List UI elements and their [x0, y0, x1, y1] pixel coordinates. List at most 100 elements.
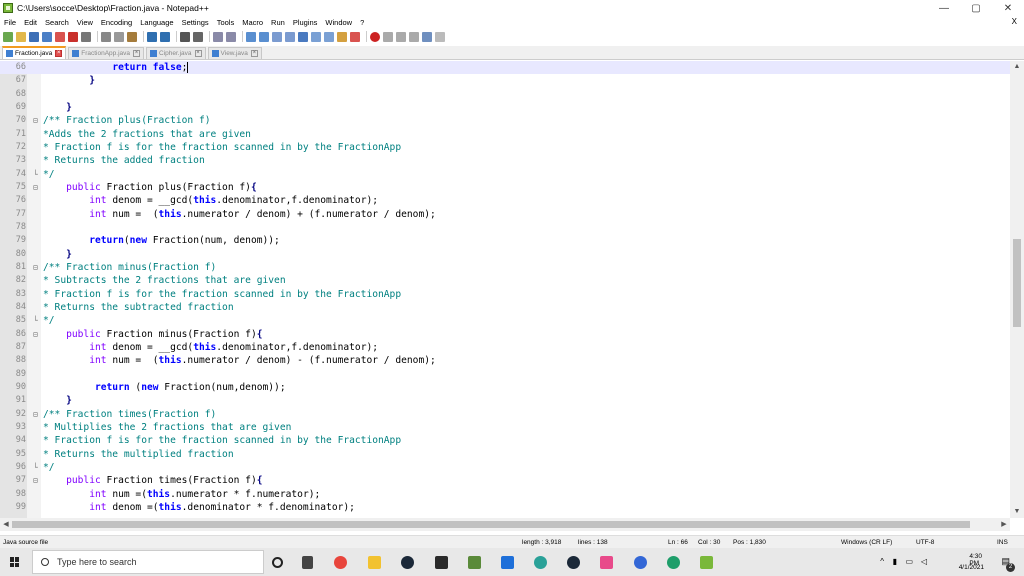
- code-line[interactable]: 67 }: [0, 74, 1010, 87]
- fold-marker[interactable]: ⊟: [33, 408, 41, 421]
- code-line[interactable]: 99 int denom =(this.denominator * f.deno…: [0, 501, 1010, 514]
- app-icon[interactable]: [534, 556, 547, 569]
- minimize-button[interactable]: —: [928, 0, 960, 16]
- tab-view-java[interactable]: View.java ×: [207, 47, 262, 59]
- cut-icon[interactable]: [101, 31, 111, 42]
- close-file-icon[interactable]: [55, 31, 65, 42]
- code-line[interactable]: 66 return false;: [0, 61, 1010, 75]
- network-icon[interactable]: ▭: [905, 557, 913, 566]
- save-icon[interactable]: [29, 31, 39, 42]
- code-line[interactable]: 83 * Fraction f is for the fraction scann…: [0, 288, 1010, 301]
- steam-icon[interactable]: [401, 556, 414, 569]
- code-line[interactable]: 98 int num =(this.numerator * f.numerato…: [0, 488, 1010, 501]
- code-editor[interactable]: 66 return false; 67 } 68 69 } 70 ⊟/** Fractio…: [0, 61, 1010, 518]
- sync-vertical-icon[interactable]: [246, 31, 256, 42]
- code-line[interactable]: 85 └ */: [0, 314, 1010, 327]
- code-line[interactable]: 75 ⊟ public Fraction plus(Fraction f){: [0, 181, 1010, 194]
- zoom-out-icon[interactable]: [226, 31, 236, 42]
- doc-map-icon[interactable]: [311, 31, 321, 42]
- word-wrap-icon[interactable]: [272, 31, 282, 42]
- menu-edit[interactable]: Edit: [24, 18, 37, 27]
- replace-icon[interactable]: [193, 31, 203, 42]
- code-line[interactable]: 95 * Returns the multiplied fraction: [0, 448, 1010, 461]
- tray-chevron-icon[interactable]: ^: [880, 557, 884, 566]
- fold-marker[interactable]: ⊟: [33, 474, 41, 487]
- code-line[interactable]: 82 * Subtracts the 2 fractions that are g…: [0, 274, 1010, 287]
- bluestacks-icon[interactable]: [634, 556, 647, 569]
- tab-close-icon[interactable]: ×: [133, 50, 140, 57]
- tab-close-icon[interactable]: ×: [250, 50, 258, 57]
- code-line[interactable]: 77 int num = (this.numerator / denom) + …: [0, 208, 1010, 221]
- code-line[interactable]: 71 *Adds the 2 fractions that are given: [0, 128, 1010, 141]
- tab-close-icon[interactable]: ×: [55, 50, 63, 57]
- code-line[interactable]: 74 └ */: [0, 168, 1010, 181]
- code-line[interactable]: 70 ⊟/** Fraction plus(Fraction f): [0, 114, 1010, 127]
- menu-settings[interactable]: Settings: [182, 18, 209, 27]
- menu-help[interactable]: ?: [360, 18, 364, 27]
- tab-cipher-java[interactable]: Cipher.java ×: [146, 47, 206, 59]
- paste-icon[interactable]: [127, 31, 137, 42]
- scroll-right-icon[interactable]: ▶: [998, 518, 1010, 531]
- code-line[interactable]: 94 * Fraction f is for the fraction scann…: [0, 434, 1010, 447]
- function-list-icon[interactable]: [324, 31, 334, 42]
- redo-icon[interactable]: [160, 31, 170, 42]
- clock-date[interactable]: 4/1/2021: [959, 564, 984, 571]
- file-explorer-icon[interactable]: [368, 556, 381, 569]
- menu-window[interactable]: Window: [325, 18, 352, 27]
- code-line[interactable]: 80 }: [0, 248, 1010, 261]
- menu-view[interactable]: View: [77, 18, 93, 27]
- steam-icon-2[interactable]: [567, 556, 580, 569]
- code-line[interactable]: 91 }: [0, 394, 1010, 407]
- play-macro-icon[interactable]: [396, 31, 406, 42]
- zoom-in-icon[interactable]: [213, 31, 223, 42]
- windows-start-icon[interactable]: [10, 557, 20, 567]
- sync-horizontal-icon[interactable]: [259, 31, 269, 42]
- close-button[interactable]: ✕: [992, 0, 1024, 16]
- code-line[interactable]: 72 * Fraction f is for the fraction scann…: [0, 141, 1010, 154]
- menu-plugins[interactable]: Plugins: [293, 18, 318, 27]
- code-line[interactable]: 86 ⊟ public Fraction minus(Fraction f){: [0, 328, 1010, 341]
- code-line[interactable]: 68: [0, 88, 1010, 101]
- edge-icon[interactable]: [667, 556, 680, 569]
- fold-marker[interactable]: ⊟: [33, 114, 41, 127]
- menu-run[interactable]: Run: [271, 18, 285, 27]
- code-line[interactable]: 73 * Returns the added fraction: [0, 154, 1010, 167]
- mail-icon[interactable]: [501, 556, 514, 569]
- save-all-icon[interactable]: [42, 31, 52, 42]
- find-icon[interactable]: [180, 31, 190, 42]
- code-line[interactable]: 69 }: [0, 101, 1010, 114]
- vertical-scroll-thumb[interactable]: [1013, 239, 1021, 327]
- close-document-button[interactable]: X: [1012, 17, 1017, 26]
- new-file-icon[interactable]: [3, 31, 13, 42]
- horizontal-scroll-thumb[interactable]: [12, 521, 970, 528]
- code-line[interactable]: 87 int denom = __gcd(this.denominator,f.…: [0, 341, 1010, 354]
- menu-encoding[interactable]: Encoding: [101, 18, 132, 27]
- taskbar-search[interactable]: Type here to search: [32, 550, 264, 574]
- scroll-left-icon[interactable]: ◀: [0, 518, 12, 531]
- menu-language[interactable]: Language: [140, 18, 173, 27]
- code-line[interactable]: 96 └ */: [0, 461, 1010, 474]
- print-icon[interactable]: [81, 31, 91, 42]
- store-icon[interactable]: [435, 556, 448, 569]
- record-macro-icon[interactable]: [370, 31, 380, 42]
- volume-icon[interactable]: ◁: [921, 557, 927, 566]
- code-line[interactable]: 90 return (new Fraction(num,denom));: [0, 381, 1010, 394]
- chrome-icon[interactable]: [334, 556, 347, 569]
- code-line[interactable]: 93 * Multiplies the 2 fractions that are …: [0, 421, 1010, 434]
- scroll-down-icon[interactable]: ▼: [1010, 506, 1024, 518]
- code-line[interactable]: 79 return(new Fraction(num, denom));: [0, 234, 1010, 247]
- task-view-icon[interactable]: [302, 556, 313, 569]
- code-line[interactable]: 81 ⊟/** Fraction minus(Fraction f): [0, 261, 1010, 274]
- code-line[interactable]: 84 * Returns the subtracted fraction: [0, 301, 1010, 314]
- app-icon-2[interactable]: [600, 556, 613, 569]
- code-line[interactable]: 76 int denom = __gcd(this.denominator,f.…: [0, 194, 1010, 207]
- fold-marker[interactable]: ⊟: [33, 261, 41, 274]
- horizontal-scrollbar[interactable]: ◀ ▶: [0, 518, 1010, 531]
- copy-icon[interactable]: [114, 31, 124, 42]
- code-line[interactable]: 92 ⊟/** Fraction times(Fraction f): [0, 408, 1010, 421]
- run-macro-multiple-icon[interactable]: [409, 31, 419, 42]
- close-all-icon[interactable]: [68, 31, 78, 42]
- menu-search[interactable]: Search: [45, 18, 69, 27]
- code-line[interactable]: 97 ⊟ public Fraction times(Fraction f){: [0, 474, 1010, 487]
- cortana-icon[interactable]: [272, 557, 283, 568]
